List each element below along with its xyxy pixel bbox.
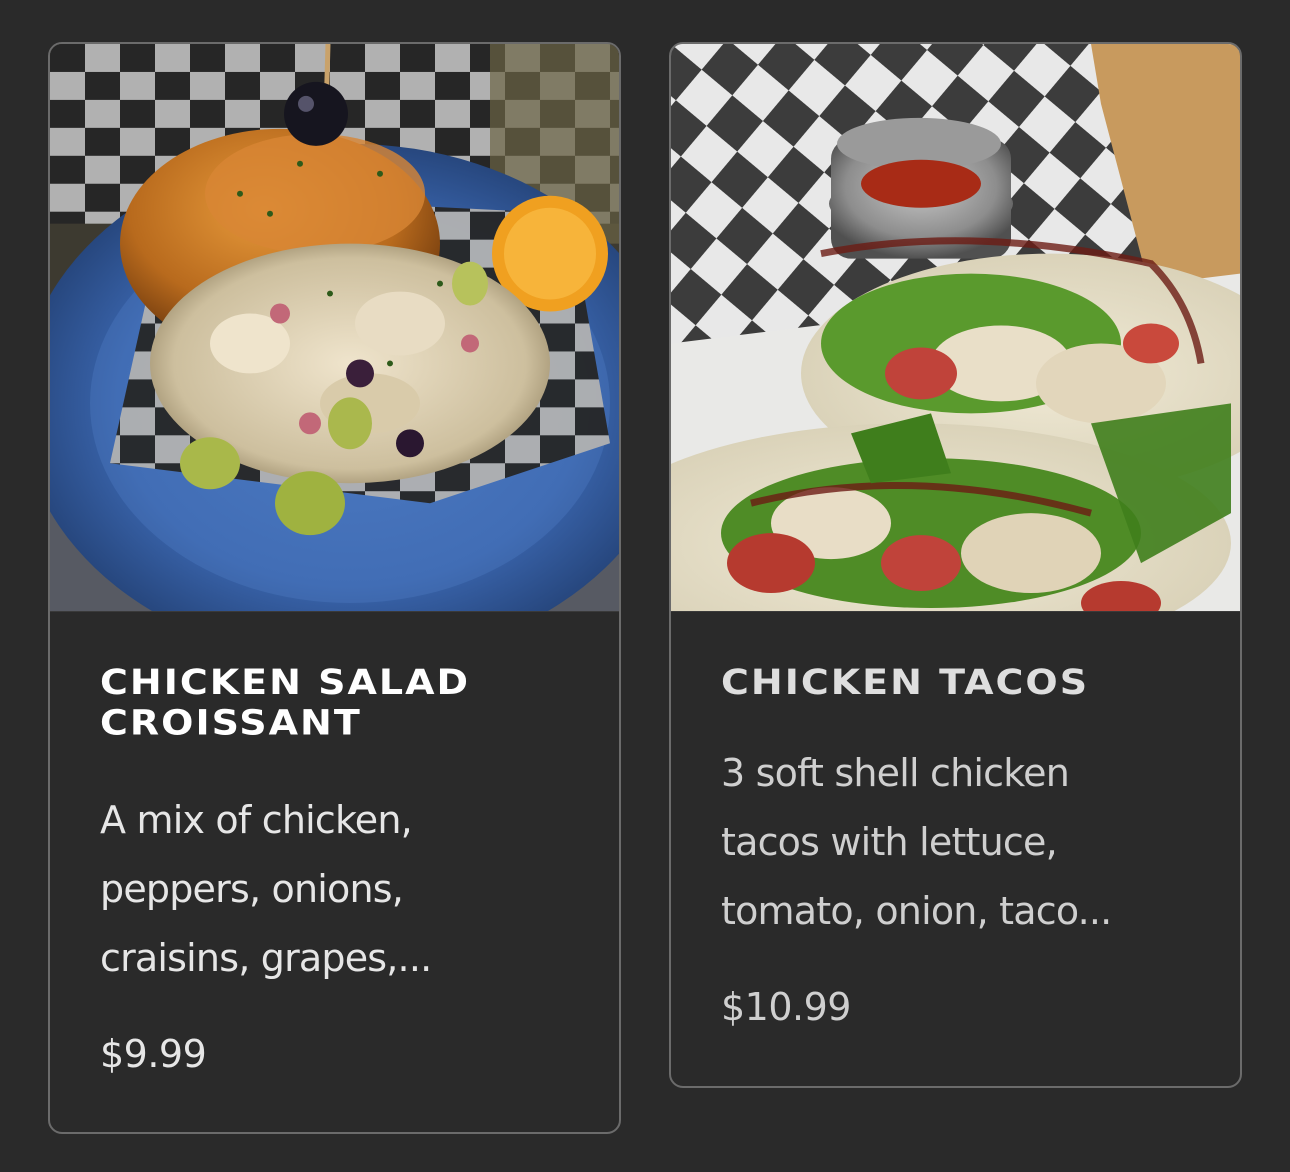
menu-item-card[interactable]: Chicken Salad Croissant A mix of chicken… (48, 42, 621, 1134)
menu-item-description: 3 soft shell chicken tacos with lettuce,… (721, 751, 1112, 933)
menu-item-price: $9.99 (100, 1032, 207, 1076)
menu-item-title: Chicken Salad Croissant (100, 662, 471, 743)
chicken-tacos-photo (671, 44, 1240, 612)
menu-item-card[interactable]: Chicken Tacos 3 soft shell chicken tacos… (669, 42, 1242, 1088)
menu-item-title: Chicken Tacos (721, 662, 1090, 703)
chicken-salad-croissant-photo (50, 44, 619, 612)
menu-item-description: A mix of chicken, peppers, onions, crais… (100, 798, 432, 980)
menu-item-price: $10.99 (721, 985, 851, 1029)
